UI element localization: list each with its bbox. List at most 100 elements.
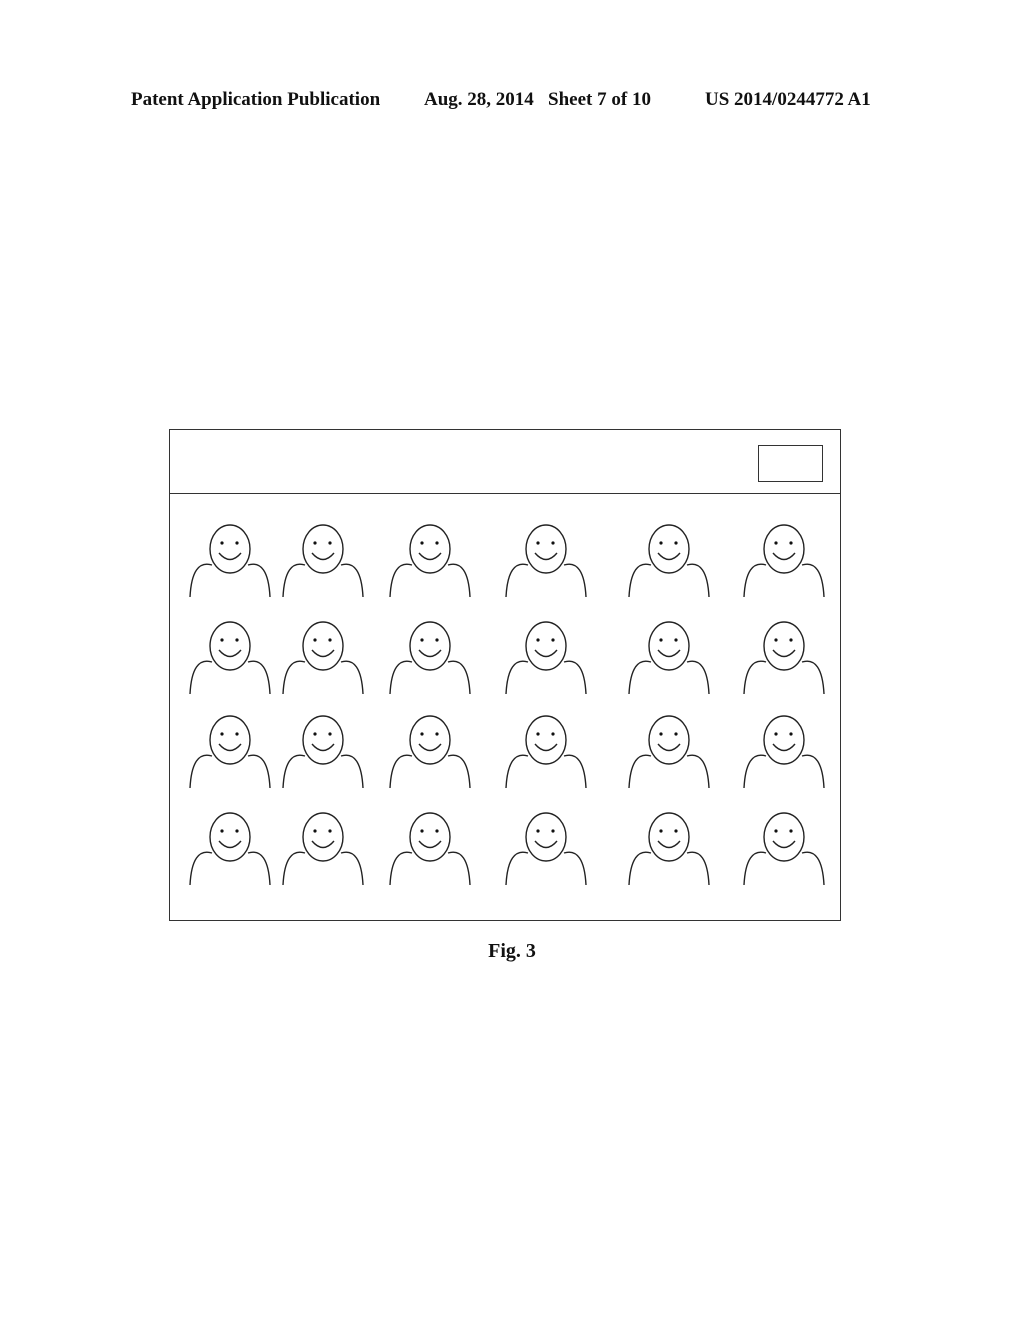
head-icon	[302, 715, 344, 765]
eye-icon	[435, 541, 439, 545]
head-icon	[648, 524, 690, 574]
eye-icon	[328, 732, 332, 736]
avatar-1-5[interactable]	[628, 524, 710, 598]
eye-icon	[313, 829, 317, 833]
eye-icon	[659, 829, 663, 833]
head-icon	[302, 812, 344, 862]
eye-icon	[674, 638, 678, 642]
window-frame	[169, 429, 841, 921]
eye-icon	[536, 732, 540, 736]
avatar-1-1[interactable]	[189, 524, 271, 598]
eye-icon	[435, 732, 439, 736]
head-icon	[409, 715, 451, 765]
head-icon	[525, 621, 567, 671]
avatar-1-6[interactable]	[743, 524, 825, 598]
avatar-3-5[interactable]	[628, 715, 710, 789]
avatar-1-4[interactable]	[505, 524, 587, 598]
eye-icon	[420, 732, 424, 736]
avatar-2-5[interactable]	[628, 621, 710, 695]
head-icon	[209, 812, 251, 862]
head-icon	[763, 812, 805, 862]
eye-icon	[328, 829, 332, 833]
eye-icon	[235, 829, 239, 833]
eye-icon	[551, 732, 555, 736]
eye-icon	[235, 541, 239, 545]
publication-number: US 2014/0244772 A1	[705, 89, 871, 110]
eye-icon	[235, 732, 239, 736]
avatar-3-4[interactable]	[505, 715, 587, 789]
eye-icon	[420, 638, 424, 642]
avatar-4-1[interactable]	[189, 812, 271, 886]
eye-icon	[220, 732, 224, 736]
head-icon	[525, 524, 567, 574]
eye-icon	[674, 829, 678, 833]
eye-icon	[435, 638, 439, 642]
figure-caption: Fig. 3	[488, 940, 536, 962]
eye-icon	[674, 541, 678, 545]
eye-icon	[435, 829, 439, 833]
avatar-grid	[189, 524, 825, 886]
head-icon	[302, 524, 344, 574]
head-icon	[302, 621, 344, 671]
window-titlebar	[170, 430, 840, 494]
eye-icon	[220, 541, 224, 545]
avatar-2-4[interactable]	[505, 621, 587, 695]
head-icon	[525, 715, 567, 765]
avatar-4-4[interactable]	[505, 812, 587, 886]
avatar-4-3[interactable]	[389, 812, 471, 886]
eye-icon	[659, 638, 663, 642]
eye-icon	[313, 732, 317, 736]
avatar-4-5[interactable]	[628, 812, 710, 886]
head-icon	[648, 621, 690, 671]
eye-icon	[536, 829, 540, 833]
eye-icon	[659, 732, 663, 736]
eye-icon	[774, 638, 778, 642]
eye-icon	[774, 541, 778, 545]
avatar-3-3[interactable]	[389, 715, 471, 789]
head-icon	[209, 524, 251, 574]
avatar-3-6[interactable]	[743, 715, 825, 789]
eye-icon	[235, 638, 239, 642]
publication-type: Patent Application Publication	[131, 89, 381, 110]
head-icon	[209, 715, 251, 765]
head-icon	[763, 524, 805, 574]
head-icon	[648, 812, 690, 862]
eye-icon	[789, 638, 793, 642]
head-icon	[209, 621, 251, 671]
head-icon	[409, 812, 451, 862]
date-sheet: Aug. 28, 2014 Sheet 7 of 10	[424, 89, 651, 110]
avatar-2-2[interactable]	[282, 621, 364, 695]
avatar-2-1[interactable]	[189, 621, 271, 695]
avatar-3-2[interactable]	[282, 715, 364, 789]
head-icon	[409, 524, 451, 574]
eye-icon	[774, 732, 778, 736]
eye-icon	[551, 829, 555, 833]
eye-icon	[551, 541, 555, 545]
eye-icon	[220, 829, 224, 833]
eye-icon	[774, 829, 778, 833]
avatar-3-1[interactable]	[189, 715, 271, 789]
head-icon	[763, 621, 805, 671]
eye-icon	[674, 732, 678, 736]
eye-icon	[789, 541, 793, 545]
avatar-4-2[interactable]	[282, 812, 364, 886]
avatar-1-3[interactable]	[389, 524, 471, 598]
eye-icon	[313, 541, 317, 545]
head-icon	[648, 715, 690, 765]
head-icon	[525, 812, 567, 862]
eye-icon	[659, 541, 663, 545]
eye-icon	[220, 638, 224, 642]
avatar-4-6[interactable]	[743, 812, 825, 886]
avatar-2-6[interactable]	[743, 621, 825, 695]
eye-icon	[328, 638, 332, 642]
titlebar-button[interactable]	[758, 445, 823, 482]
eye-icon	[536, 541, 540, 545]
head-icon	[763, 715, 805, 765]
avatar-2-3[interactable]	[389, 621, 471, 695]
avatar-1-2[interactable]	[282, 524, 364, 598]
eye-icon	[536, 638, 540, 642]
eye-icon	[420, 541, 424, 545]
eye-icon	[789, 829, 793, 833]
eye-icon	[328, 541, 332, 545]
eye-icon	[420, 829, 424, 833]
